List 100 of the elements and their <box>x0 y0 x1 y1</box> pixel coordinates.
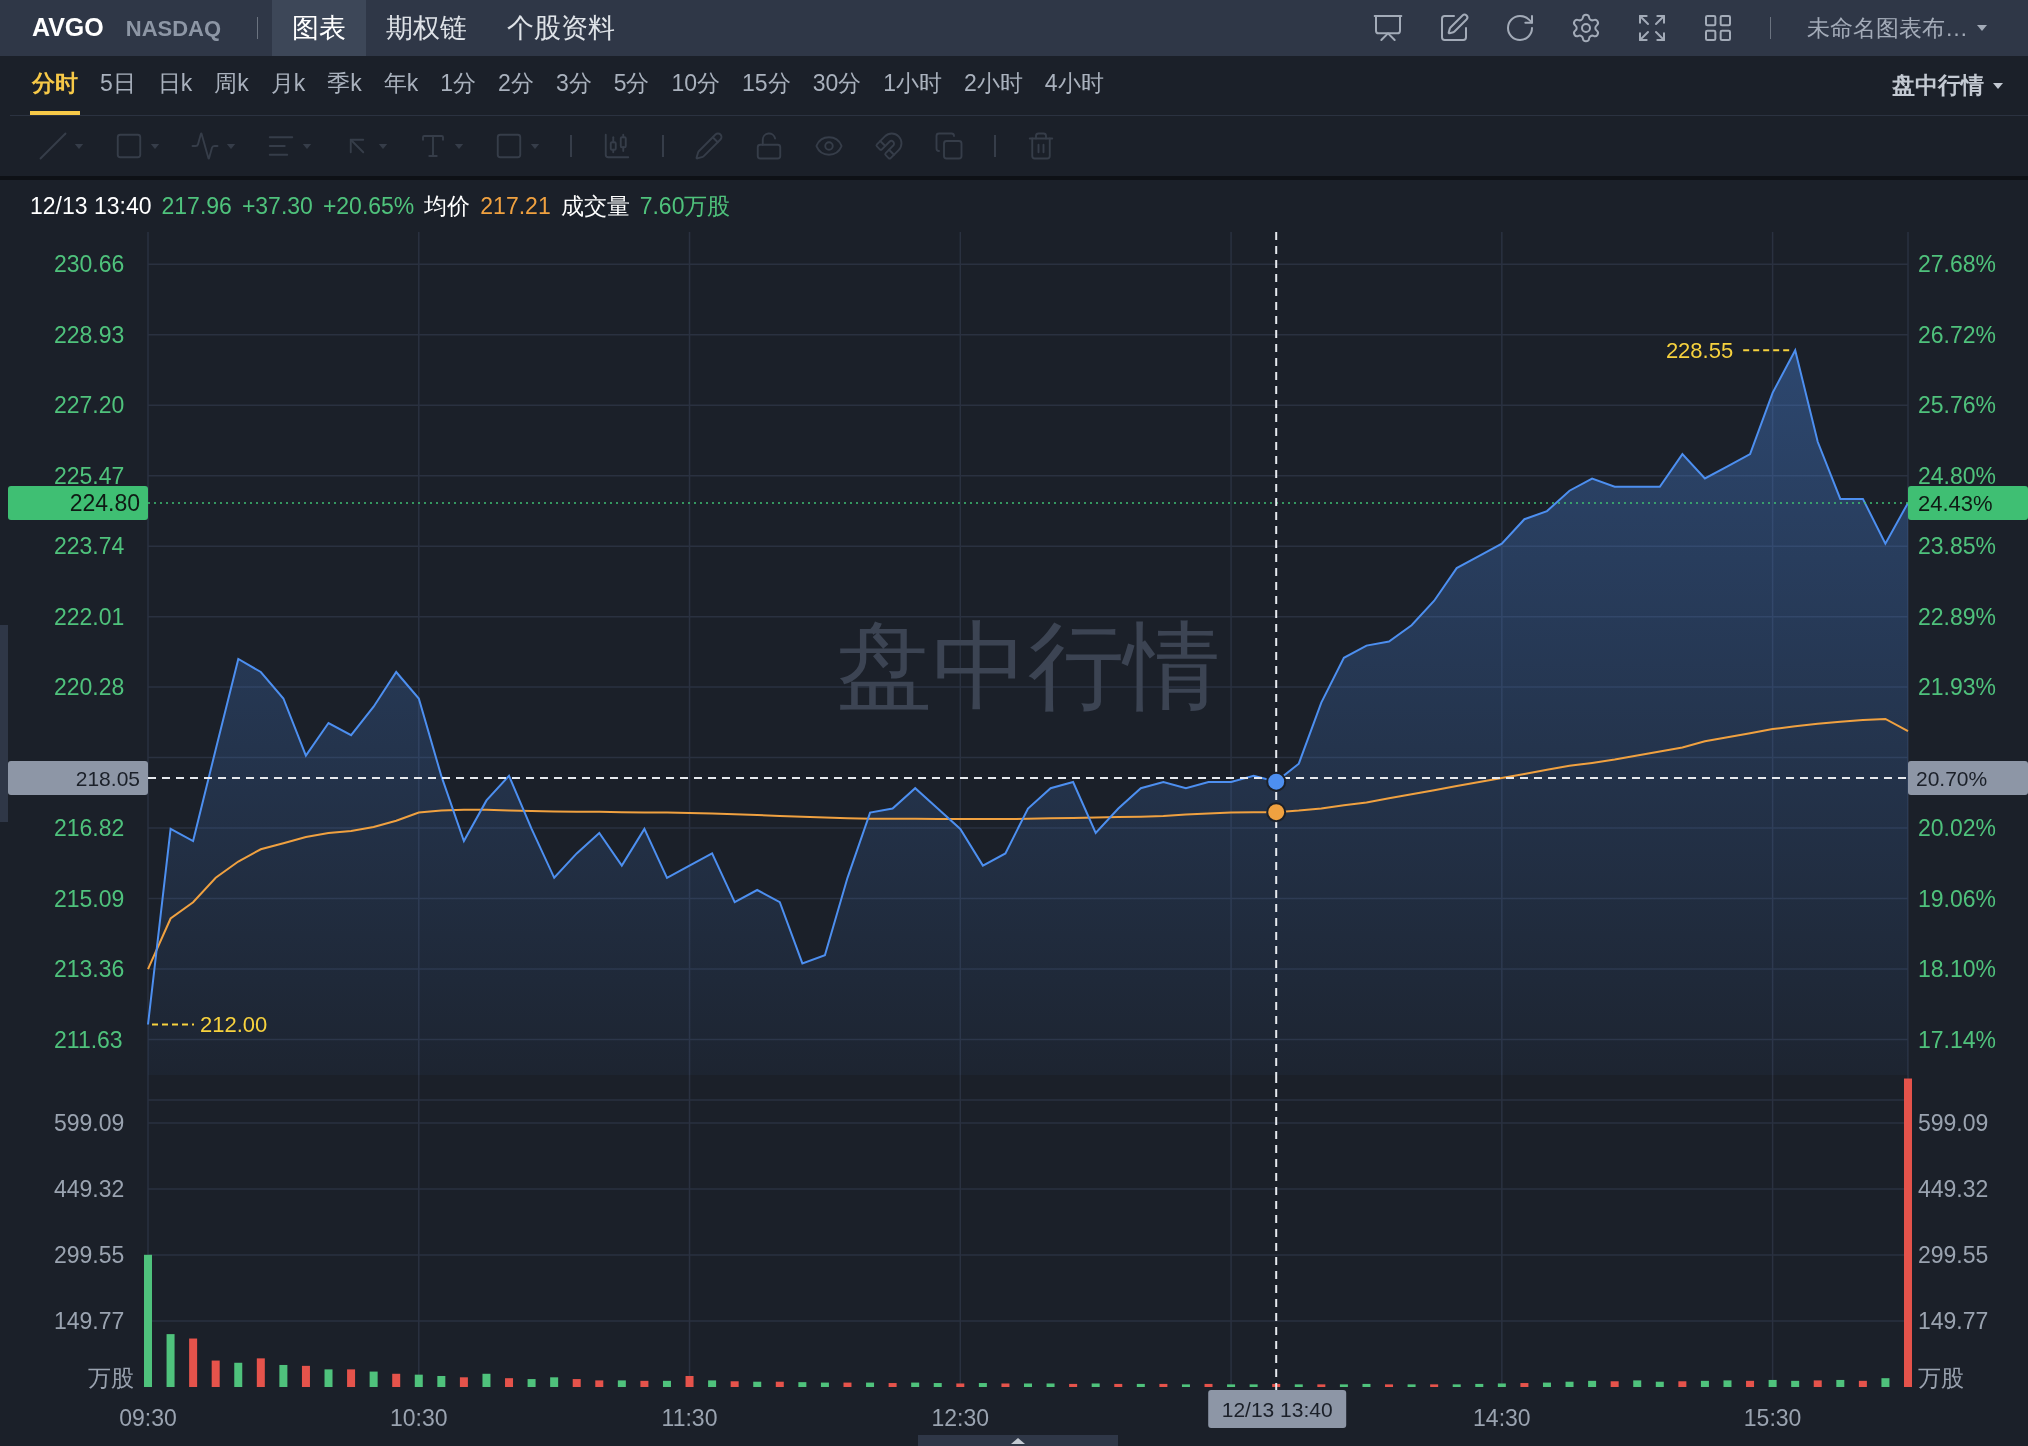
magnet-icon[interactable] <box>874 131 904 161</box>
timeframe-tab[interactable]: 2小时 <box>962 56 1025 115</box>
quote-info-text: 217.21 <box>480 191 551 221</box>
volume-bar <box>1700 1380 1709 1387</box>
timeframe-tab[interactable]: 2分 <box>496 56 536 115</box>
refresh-icon[interactable] <box>1504 12 1536 44</box>
volume-bar <box>1610 1381 1619 1387</box>
pencil-icon[interactable] <box>694 131 724 161</box>
caret-icon <box>378 142 388 150</box>
volume-bar <box>1565 1381 1574 1387</box>
volume-bar <box>1091 1383 1100 1387</box>
volume-bar <box>708 1380 717 1387</box>
volume-bar <box>527 1379 536 1387</box>
volume-bar <box>1181 1384 1190 1387</box>
scroll-handle[interactable] <box>918 1435 1118 1446</box>
caret-icon <box>302 142 312 150</box>
volume-bar <box>1881 1378 1890 1387</box>
timeframe-tab[interactable]: 季k <box>325 56 364 115</box>
volume-bar <box>234 1362 243 1387</box>
volume-bar <box>1633 1380 1642 1387</box>
timeframe-tab[interactable]: 4小时 <box>1042 56 1106 115</box>
timeframe-tab[interactable]: 年k <box>381 56 421 115</box>
quote-info-text: 7.60万股 <box>639 191 731 221</box>
chart-monitor-icon[interactable] <box>1372 12 1404 44</box>
line-tool-icon[interactable] <box>38 131 68 161</box>
volume-bar <box>437 1376 446 1387</box>
volume-axis-label: 449.32 <box>54 1176 125 1202</box>
caret-icon <box>454 142 464 150</box>
volume-bar <box>1272 1383 1281 1387</box>
timeframe-tab[interactable]: 分时 <box>30 56 80 115</box>
volume-bar <box>866 1382 875 1387</box>
fullscreen-icon[interactable] <box>1636 12 1668 44</box>
top-tab[interactable]: 个股资料 <box>487 0 636 56</box>
top-tab[interactable]: 期权链 <box>366 0 488 56</box>
percent-axis-label: 25.76% <box>1918 392 1996 419</box>
volume-bar <box>662 1380 671 1387</box>
volume-bar <box>911 1382 920 1387</box>
candlestick-icon[interactable] <box>602 131 632 161</box>
timeframe-tab[interactable]: 1分 <box>438 56 479 115</box>
unlock-icon[interactable] <box>754 131 784 161</box>
volume-bar <box>1858 1380 1867 1387</box>
timeframe-tab[interactable]: 3分 <box>553 56 594 115</box>
volume-bar <box>1452 1384 1461 1387</box>
timeframe-tab[interactable]: 30分 <box>810 56 864 115</box>
time-axis-label: 10:30 <box>390 1405 448 1431</box>
trash-icon[interactable] <box>1026 131 1056 161</box>
volume-bar <box>1114 1383 1123 1387</box>
volume-bar <box>978 1383 987 1387</box>
volume-bar <box>1339 1384 1348 1387</box>
volume-bar <box>1227 1384 1236 1387</box>
price-marker-dot <box>1266 771 1287 792</box>
session-dropdown[interactable]: 盘中行情 <box>1892 56 2004 115</box>
timeframe-tab[interactable]: 10分 <box>669 56 723 115</box>
crosshair-percent-value: 20.70% <box>1916 766 1988 790</box>
percent-axis-label: 21.93% <box>1918 674 1996 701</box>
side-handle[interactable] <box>0 625 8 822</box>
volume-bar <box>1542 1382 1551 1387</box>
volume-bar <box>1475 1383 1484 1387</box>
pattern-tool-icon[interactable] <box>190 131 220 161</box>
timeframe-tab[interactable]: 5日 <box>98 56 138 115</box>
timeframe-tab[interactable]: 月k <box>268 56 308 115</box>
volume-bar <box>1407 1384 1416 1387</box>
caret-icon <box>74 142 84 150</box>
stock-symbol: AVGO <box>32 12 104 44</box>
volume-bar <box>820 1382 829 1387</box>
volume-axis-label: 599.09 <box>1918 1110 1989 1136</box>
volume-bar <box>1678 1381 1687 1387</box>
volume-bar <box>1723 1380 1732 1387</box>
timeframe-tab[interactable]: 15分 <box>740 56 793 115</box>
time-axis-label: 15:30 <box>1743 1405 1802 1431</box>
timeframe-tab[interactable]: 日k <box>155 56 195 115</box>
top-tab[interactable]: 图表 <box>272 0 367 56</box>
caret-icon <box>1992 81 2004 90</box>
volume-bar <box>324 1369 333 1387</box>
rectangle-tool-icon[interactable] <box>114 131 144 161</box>
volume-bar <box>640 1380 649 1387</box>
volume-bar <box>1294 1384 1303 1387</box>
timeframe-tab[interactable]: 周k <box>212 56 251 115</box>
quote-info-text: +20.65% <box>322 191 415 221</box>
timeframe-tab[interactable]: 1小时 <box>881 56 945 115</box>
quote-info-text: 12/13 13:40 <box>30 191 152 221</box>
price-axis-label: 216.82 <box>54 815 125 842</box>
grid-layout-icon[interactable] <box>1702 12 1734 44</box>
quote-info-text: +37.30 <box>241 191 313 221</box>
volume-bar <box>685 1376 694 1387</box>
copy-icon[interactable] <box>934 131 964 161</box>
settings-icon[interactable] <box>1570 12 1602 44</box>
price-axis-label: 222.01 <box>54 603 125 630</box>
volume-bar <box>414 1374 423 1387</box>
timeframe-tab[interactable]: 5分 <box>611 56 652 115</box>
percent-axis-label: 24.80% <box>1918 462 1996 489</box>
volume-bar <box>1317 1384 1326 1387</box>
crosshair-time-value: 12/13 13:40 <box>1221 1398 1333 1421</box>
percent-axis-label: 19.06% <box>1918 885 1996 912</box>
quote-info-text: 均价 <box>424 191 471 221</box>
layout-dropdown[interactable]: 未命名图表布… <box>1807 10 1988 46</box>
volume-bar <box>1520 1383 1529 1387</box>
volume-bar <box>1746 1380 1755 1387</box>
edit-icon[interactable] <box>1438 12 1470 44</box>
volume-bar <box>933 1383 942 1387</box>
